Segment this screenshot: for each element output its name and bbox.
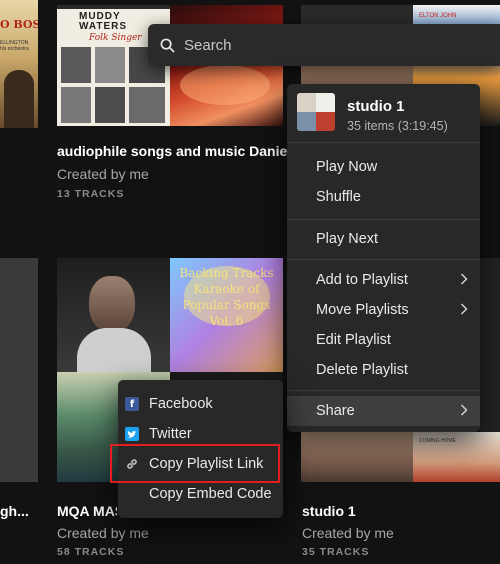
cover-text: WATERS [79, 21, 128, 32]
tile-subtitle: Created by me [302, 525, 394, 541]
chevron-right-icon [460, 273, 468, 285]
cover-text: Vol. 6 [209, 314, 244, 328]
menu-divider [287, 390, 480, 391]
share-item-facebook[interactable]: f Facebook [118, 389, 283, 419]
menu-item-edit-playlist[interactable]: Edit Playlist [287, 325, 480, 355]
context-menu-header: studio 1 35 items (3:19:45) [287, 84, 480, 142]
chevron-right-icon [460, 303, 468, 315]
menu-item-delete-playlist[interactable]: Delete Playlist [287, 355, 480, 385]
tile-subtitle: Created by me [57, 166, 149, 182]
cover-text: Folk Singer [89, 33, 142, 43]
menu-item-shuffle[interactable]: Shuffle [287, 182, 480, 212]
chevron-right-icon [460, 404, 468, 416]
context-menu-title: studio 1 [347, 98, 405, 115]
twitter-icon [125, 427, 139, 441]
menu-item-move-playlists[interactable]: Move Playlists [287, 295, 480, 325]
menu-divider [287, 219, 480, 220]
menu-item-play-next[interactable]: Play Next [287, 224, 480, 254]
facebook-icon: f [125, 397, 139, 411]
context-menu-meta: 35 items (3:19:45) [347, 119, 448, 133]
playlist-context-menu: studio 1 35 items (3:19:45) Play Now Shu… [287, 84, 480, 432]
search-icon [160, 38, 175, 52]
tile-title[interactable]: audiophile songs and music Daniel [57, 143, 289, 159]
playlist-cover-left-top[interactable]: O BOSSA ELLINGTON his orchestra [0, 0, 38, 128]
playlist-cover-left-middle[interactable] [0, 258, 38, 482]
cover-text: Backing Tracks [179, 266, 274, 280]
cover-text: Karaoke of [193, 282, 260, 296]
menu-item-play-now[interactable]: Play Now [287, 152, 480, 182]
cover-text: O BOSSA [0, 18, 38, 31]
playlist-cover-studio-1-c[interactable] [480, 258, 500, 432]
menu-item-add-to-playlist[interactable]: Add to Playlist [287, 265, 480, 295]
highlight-box [110, 444, 280, 483]
cover-text: Popular Songs [182, 298, 271, 312]
menu-divider [287, 259, 480, 260]
tile-track-count: 58 TRACKS [57, 546, 125, 558]
playlist-cover-studio-1-b[interactable]: COMING HOME [413, 432, 500, 482]
playlist-cover-studio-1-a[interactable] [301, 432, 413, 482]
tile-title[interactable]: MQA MASTER [57, 503, 117, 519]
search-input[interactable]: Search [184, 37, 232, 54]
tile-title[interactable]: studio 1 [302, 503, 482, 519]
cover-text: his orchestra [0, 46, 29, 52]
tile-title[interactable]: gh... [0, 503, 30, 519]
tile-subtitle: Created by me [57, 525, 149, 541]
menu-item-share[interactable]: Share [287, 396, 480, 426]
playlist-thumbnail [297, 93, 335, 131]
playlist-cover-mqa-portrait[interactable] [57, 258, 170, 372]
playlist-cover-karaoke[interactable]: Backing Tracks Karaoke of Popular Songs … [170, 258, 283, 372]
tile-track-count: 35 TRACKS [302, 546, 370, 558]
menu-divider [287, 142, 480, 143]
share-item-copy-embed-code[interactable]: Copy Embed Code [118, 479, 283, 509]
tile-track-count: 13 TRACKS [57, 188, 125, 200]
search-bar[interactable]: Search [148, 24, 500, 66]
